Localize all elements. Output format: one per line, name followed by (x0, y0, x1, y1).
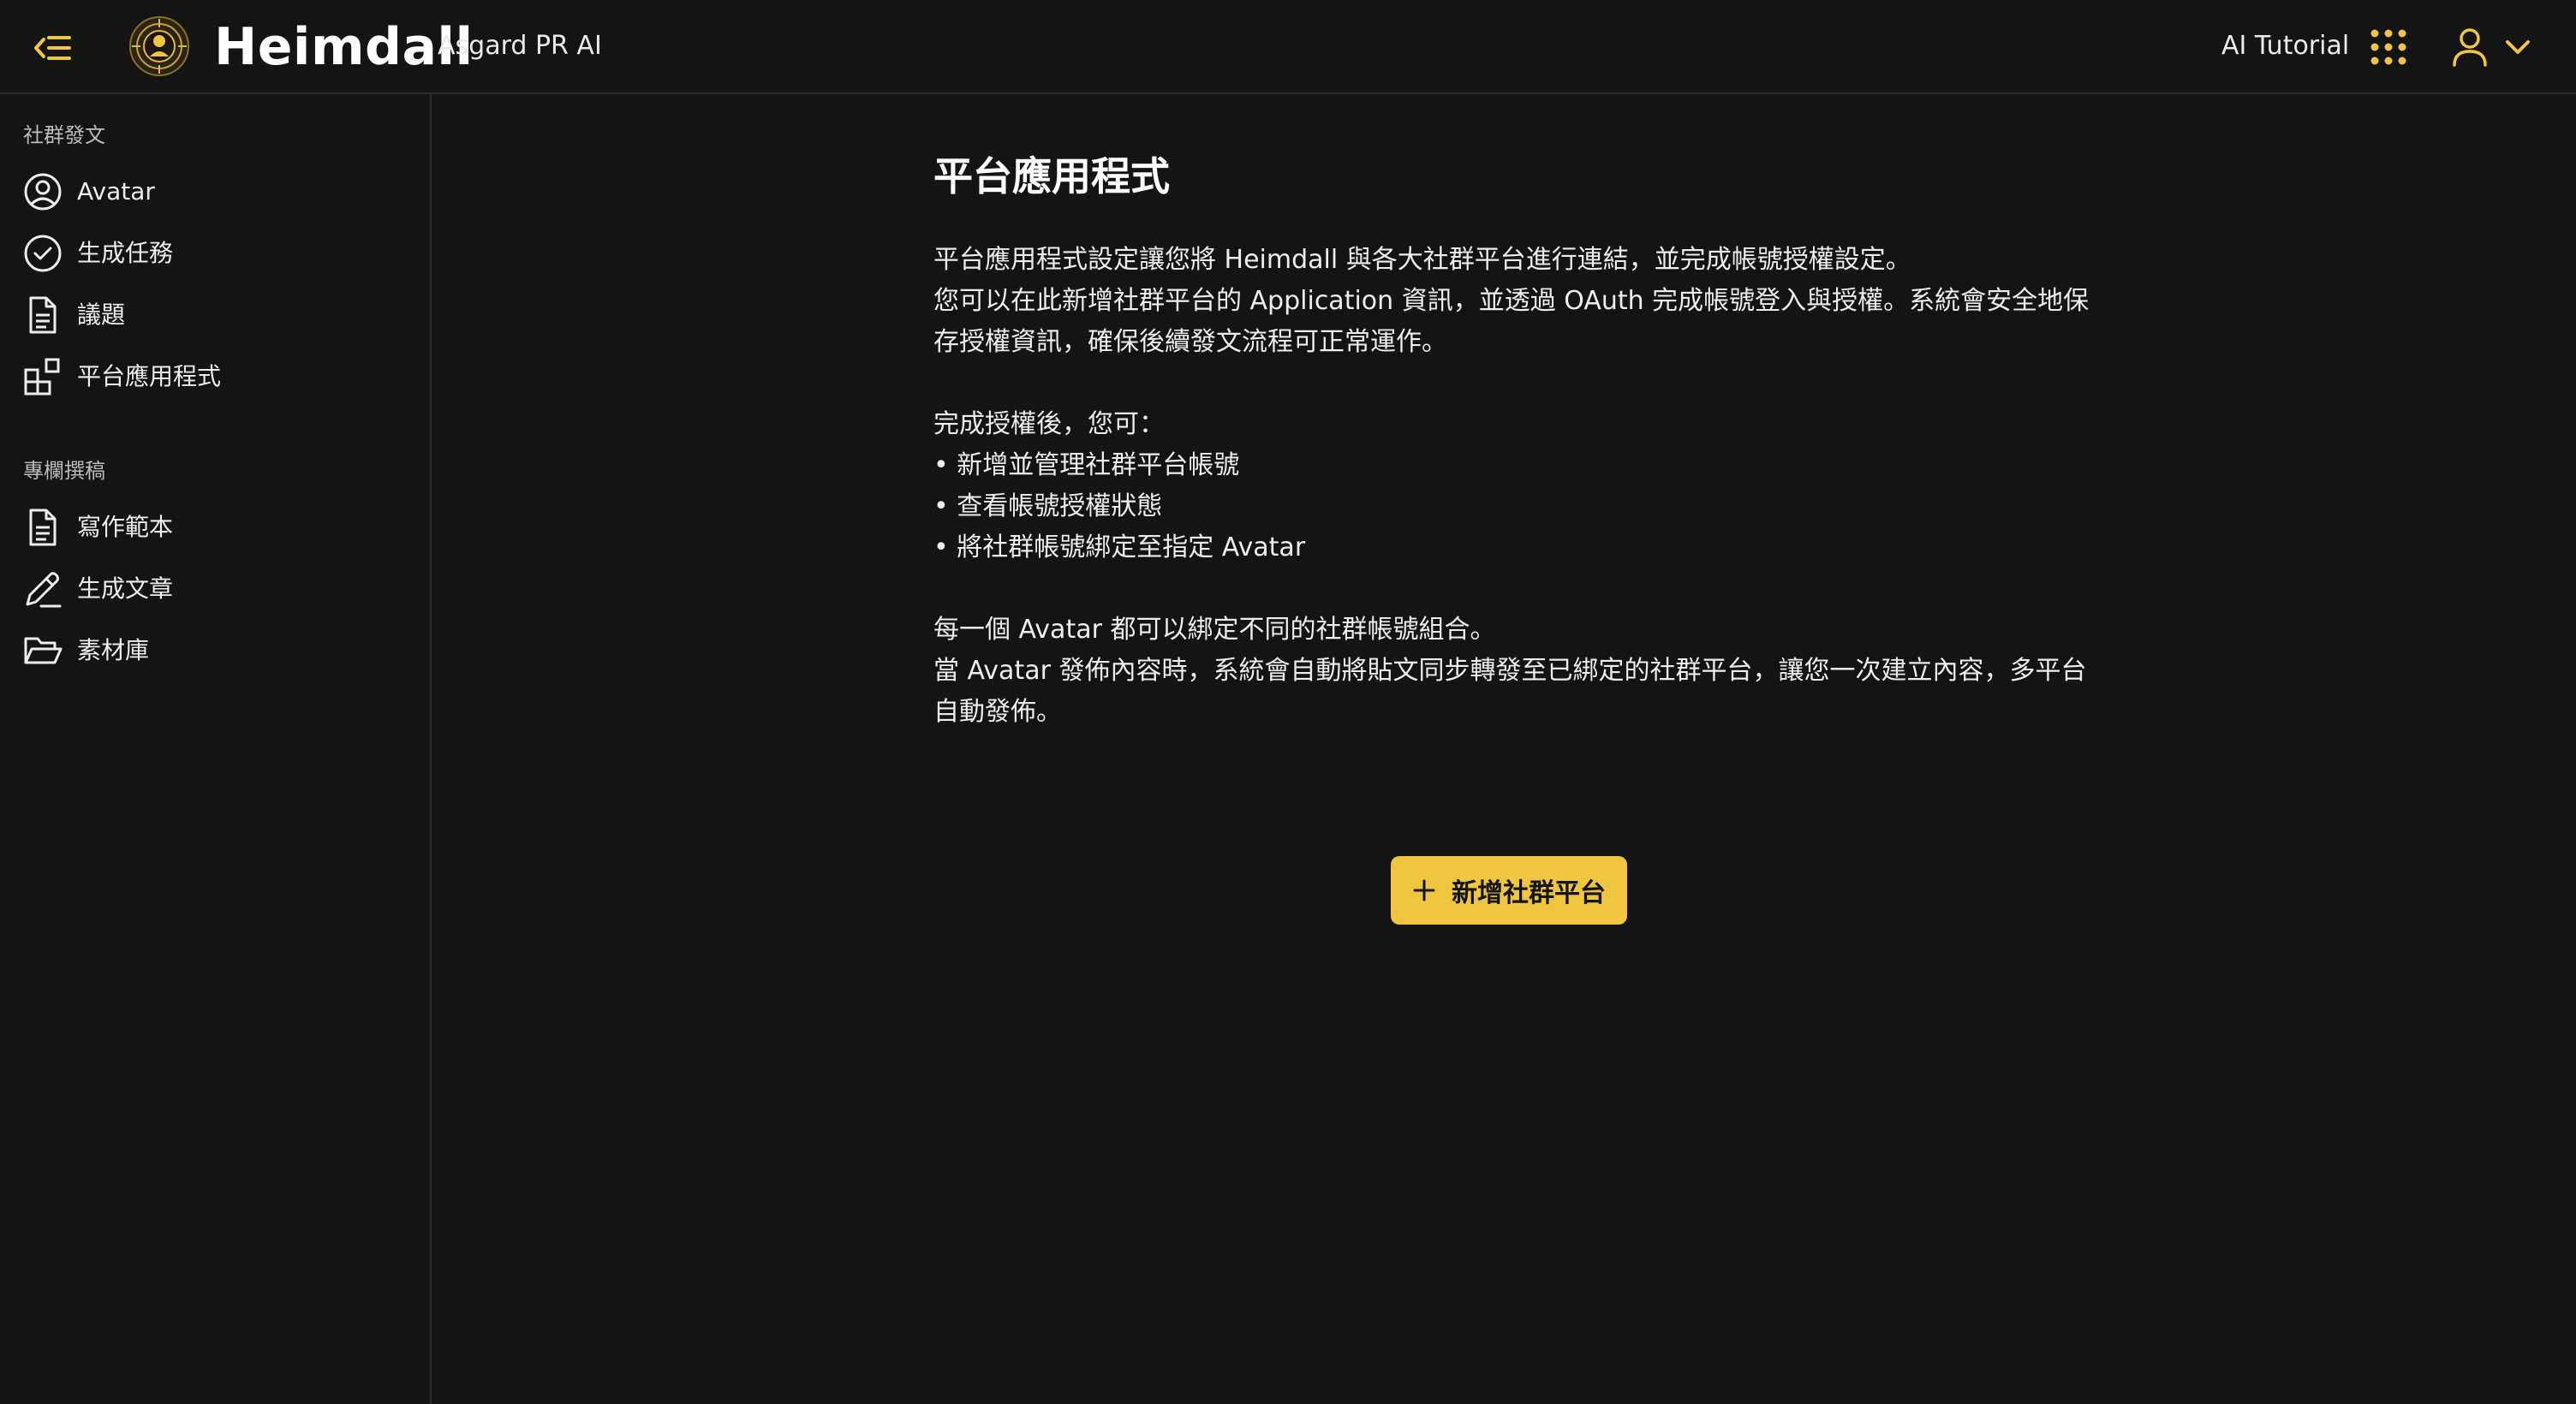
brand-title: Heimdall (214, 17, 474, 77)
brand-subtitle: Asgard PR AI (438, 31, 602, 61)
add-social-platform-button[interactable]: 新增社群平台 (1391, 856, 1627, 925)
page-description: 平台應用程式設定讓您將 Heimdall 與各大社群平台進行連結，並完成帳號授權… (933, 240, 2098, 733)
collapse-sidebar-icon (34, 36, 71, 60)
sidebar-item-topics[interactable]: 議題 (0, 287, 428, 343)
bullet-item: • 將社群帳號綁定至指定 Avatar (933, 532, 1306, 562)
sidebar-item-label: 議題 (77, 300, 126, 329)
app-window: Heimdall Asgard PR AI AI Tutorial 社群發文 A… (0, 0, 2576, 1404)
collapse-sidebar-button[interactable] (31, 26, 75, 70)
user-circle-icon (24, 173, 62, 211)
check-circle-icon (24, 235, 62, 272)
description-line: 存授權資訊，確保後續發文流程可正常運作。 (933, 327, 1447, 357)
sidebar-item-label: 平台應用程式 (77, 362, 222, 390)
sidebar-item-asset-library[interactable]: 素材庫 (0, 622, 428, 679)
plus-icon (1413, 879, 1435, 901)
sidebar-item-generate-article[interactable]: 生成文章 (0, 561, 428, 617)
sidebar-item-generation-tasks[interactable]: 生成任務 (0, 225, 428, 282)
chevron-down-icon (2506, 40, 2530, 54)
closing-line: 自動發佈。 (933, 697, 1062, 727)
page-title: 平台應用程式 (933, 153, 1170, 199)
top-header: Heimdall Asgard PR AI AI Tutorial (0, 0, 2576, 94)
sidebar-section-social-posting: 社群發文 (23, 123, 105, 147)
add-social-platform-label: 新增社群平台 (1452, 878, 1606, 908)
main-content: 平台應用程式 平台應用程式設定讓您將 Heimdall 與各大社群平台進行連結，… (432, 94, 2576, 1404)
document-icon (29, 296, 57, 334)
sidebar-section-column-writing: 專欄撰稿 (23, 459, 105, 483)
sidebar-item-avatar[interactable]: Avatar (0, 164, 428, 220)
sidebar-item-label: Avatar (77, 177, 155, 205)
bullet-item: • 新增並管理社群平台帳號 (933, 450, 1240, 480)
document-icon (29, 509, 57, 546)
folder-open-icon (24, 637, 63, 664)
sidebar-item-writing-templates[interactable]: 寫作範本 (0, 499, 428, 556)
ai-tutorial-link[interactable]: AI Tutorial (2221, 27, 2349, 65)
description-line: 您可以在此新增社群平台的 Application 資訊，並透過 OAuth 完成… (933, 286, 2090, 316)
sidebar: 社群發文 Avatar 生成任務 議題 平台應用程式 專欄撰稿 寫作範本 生成文… (0, 94, 432, 1404)
after-auth-heading: 完成授權後，您可： (933, 409, 1165, 439)
heimdall-logo (129, 16, 189, 76)
closing-line: 每一個 Avatar 都可以綁定不同的社群帳號組合。 (933, 615, 1496, 645)
sidebar-item-label: 素材庫 (77, 636, 150, 664)
grid-apps-icon[interactable] (2369, 27, 2408, 67)
user-menu-button[interactable] (2451, 22, 2537, 72)
user-icon (2453, 28, 2487, 67)
apps-icon (24, 358, 60, 396)
closing-line: 當 Avatar 發佈內容時，系統會自動將貼文同步轉發至已綁定的社群平台，讓您一… (933, 656, 2087, 686)
sidebar-item-label: 生成文章 (77, 574, 174, 603)
bullet-item: • 查看帳號授權狀態 (933, 491, 1163, 521)
sidebar-item-platform-apps[interactable]: 平台應用程式 (0, 348, 428, 405)
description-line: 平台應用程式設定讓您將 Heimdall 與各大社群平台進行連結，並完成帳號授權… (933, 245, 1911, 275)
pen-icon (26, 572, 62, 608)
sidebar-item-label: 生成任務 (77, 239, 174, 267)
sidebar-item-label: 寫作範本 (77, 513, 174, 541)
